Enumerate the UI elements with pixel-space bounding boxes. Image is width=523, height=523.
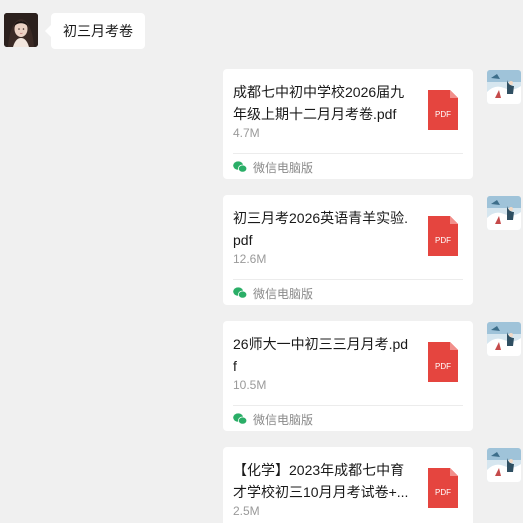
pdf-file-icon: PDF bbox=[428, 216, 458, 256]
file-source: 微信电脑版 bbox=[233, 285, 313, 301]
self-avatar-image bbox=[487, 196, 521, 230]
pdf-file-icon: PDF bbox=[428, 90, 458, 130]
pdf-label: PDF bbox=[435, 488, 451, 497]
pdf-file-icon: PDF bbox=[428, 468, 458, 508]
self-avatar[interactable] bbox=[487, 322, 521, 356]
file-source-label: 微信电脑版 bbox=[253, 412, 314, 427]
file-size: 10.5M bbox=[233, 378, 267, 392]
pdf-label: PDF bbox=[435, 362, 451, 371]
file-size: 4.7M bbox=[233, 126, 260, 140]
file-size: 12.6M bbox=[233, 252, 267, 266]
file-name: 初三月考2026英语青羊实验.pdf bbox=[233, 210, 409, 248]
incoming-message-bubble[interactable]: 初三月考卷 bbox=[45, 13, 145, 49]
file-size: 2.5M bbox=[233, 504, 260, 518]
wechat-icon bbox=[233, 413, 247, 425]
file-message-card[interactable]: 成都七中初中学校2026届九年级上期十二月月考卷.pdf 4.7M PDF 微信… bbox=[223, 69, 473, 179]
file-source: 微信电脑版 bbox=[233, 411, 313, 427]
self-avatar-image bbox=[487, 448, 521, 482]
wechat-icon bbox=[233, 287, 247, 299]
pdf-label: PDF bbox=[435, 236, 451, 245]
file-message-card[interactable]: 初三月考2026英语青羊实验.pdf 12.6M PDF 微信电脑版 bbox=[223, 195, 473, 305]
file-source-label: 微信电脑版 bbox=[253, 286, 314, 301]
self-avatar-image bbox=[487, 322, 521, 356]
file-name: 【化学】2023年成都七中育才学校初三10月月考试卷+... bbox=[233, 462, 409, 500]
self-avatar[interactable] bbox=[487, 70, 521, 104]
self-avatar[interactable] bbox=[487, 448, 521, 482]
self-avatar[interactable] bbox=[487, 196, 521, 230]
file-message-card[interactable]: 26师大一中初三三月月考.pdf 10.5M PDF 微信电脑版 bbox=[223, 321, 473, 431]
card-divider bbox=[233, 405, 463, 406]
file-source-label: 微信电脑版 bbox=[253, 160, 314, 175]
wechat-icon bbox=[233, 161, 247, 173]
file-source: 微信电脑版 bbox=[233, 159, 313, 175]
contact-avatar-image bbox=[4, 13, 38, 47]
card-divider bbox=[233, 279, 463, 280]
incoming-message-text: 初三月考卷 bbox=[63, 23, 133, 39]
self-avatar-image bbox=[487, 70, 521, 104]
file-name: 成都七中初中学校2026届九年级上期十二月月考卷.pdf bbox=[233, 84, 405, 122]
contact-avatar[interactable] bbox=[4, 13, 38, 47]
pdf-file-icon: PDF bbox=[428, 342, 458, 382]
card-divider bbox=[233, 153, 463, 154]
file-message-card[interactable]: 【化学】2023年成都七中育才学校初三10月月考试卷+... 2.5M PDF bbox=[223, 447, 473, 523]
chat-panel: 初三月考卷 成都七中初中学校2026届九年级上期十二月月考卷.pdf 4.7M … bbox=[0, 0, 523, 523]
file-name: 26师大一中初三三月月考.pdf bbox=[233, 336, 409, 374]
pdf-label: PDF bbox=[435, 110, 451, 119]
